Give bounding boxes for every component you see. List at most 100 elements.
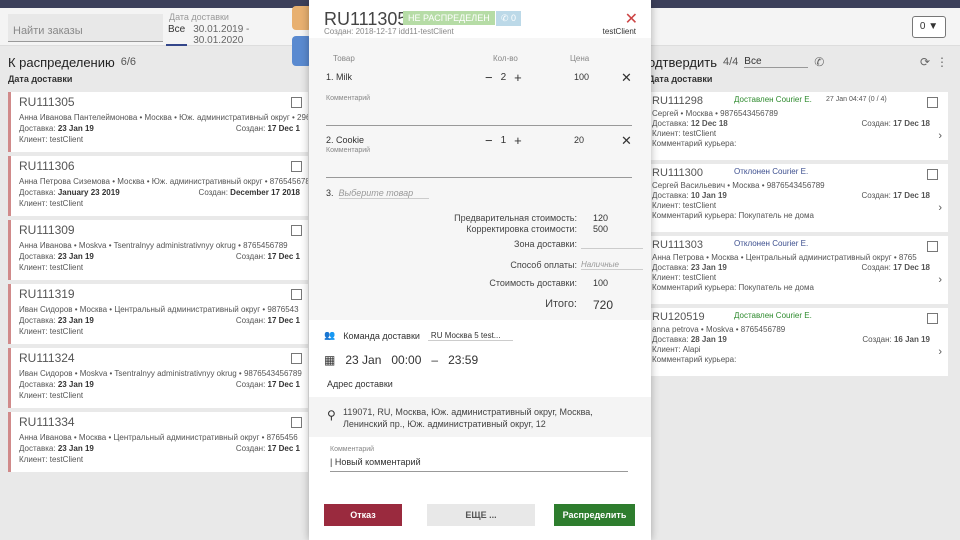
team-select[interactable]: RU Москва 5 test... bbox=[427, 331, 513, 341]
select-checkbox[interactable] bbox=[291, 225, 302, 236]
close-icon[interactable]: ✕ bbox=[625, 9, 638, 29]
calendar-icon[interactable]: ▦ bbox=[324, 353, 335, 367]
select-number: 3. bbox=[326, 188, 334, 198]
select-checkbox[interactable] bbox=[927, 241, 938, 252]
customer-line: Анна Иванова • Москва • Центральный адми… bbox=[19, 433, 298, 442]
sort-by-date[interactable]: Дата доставки bbox=[648, 74, 948, 88]
filter-icon: ▼ bbox=[928, 21, 939, 32]
time-from[interactable]: 00:00 bbox=[391, 353, 421, 367]
refresh-icon[interactable]: ⟳ bbox=[920, 55, 930, 69]
courier-comment: Комментарий курьера: bbox=[652, 139, 737, 148]
select-checkbox[interactable] bbox=[291, 289, 302, 300]
more-icon[interactable]: ⋮ bbox=[936, 55, 948, 69]
select-checkbox[interactable] bbox=[927, 313, 938, 324]
search-input[interactable]: Найти заказы bbox=[8, 14, 163, 42]
product-header: Товар bbox=[333, 54, 355, 63]
courier-comment: Комментарий курьера: bbox=[652, 355, 737, 364]
plus-icon[interactable]: + bbox=[514, 70, 522, 85]
delivery-info: Доставка: January 23 2019 bbox=[19, 188, 120, 197]
delivery-info: Доставка: 23 Jan 19 bbox=[19, 380, 94, 389]
delivery-info: Доставка: 12 Dec 18 bbox=[652, 119, 728, 128]
order-card[interactable]: RU111324 Иван Сидоров • Moskva • Tsentra… bbox=[8, 348, 308, 408]
order-card[interactable]: RU111319 Иван Сидоров • Москва • Централ… bbox=[8, 284, 308, 344]
time-to[interactable]: 23:59 bbox=[448, 353, 478, 367]
created-info: Создан: 17 Dec 18 bbox=[861, 119, 930, 128]
chevron-right-icon[interactable]: › bbox=[938, 346, 942, 358]
address-box[interactable]: ⚲ 119071, RU, Москва, Юж. административн… bbox=[309, 397, 651, 437]
select-checkbox[interactable] bbox=[291, 353, 302, 364]
comment-field[interactable]: | Новый комментарий bbox=[330, 457, 628, 472]
address-text: 119071, RU, Москва, Юж. административный… bbox=[343, 407, 593, 429]
qty-header: Кол-во bbox=[493, 54, 518, 63]
phone-badge: ✆ 0 bbox=[496, 11, 522, 26]
remove-item-icon[interactable]: ✕ bbox=[621, 133, 632, 149]
order-items-section: Товар Кол-во Цена 1. Milk − 2 + 100 ✕ Ко… bbox=[309, 38, 651, 320]
created-info: Создан: December 17 2018 bbox=[198, 188, 300, 197]
order-number: RU111306 bbox=[19, 159, 75, 173]
customer-line: Анна Иванова • Moskva • Tsentralnyy admi… bbox=[19, 241, 288, 250]
client-info: Клиент: Alapi bbox=[652, 345, 701, 354]
client-info: Клиент: testClient bbox=[19, 263, 84, 272]
select-checkbox[interactable] bbox=[291, 417, 302, 428]
created-info: Создан: 17 Dec 1 bbox=[235, 252, 300, 261]
client-info: Клиент: testClient bbox=[19, 391, 84, 400]
date-all-tab[interactable]: Все bbox=[166, 24, 188, 46]
select-checkbox[interactable] bbox=[927, 169, 938, 180]
courier-status: Отклонен Courier E. bbox=[734, 239, 809, 248]
minus-icon[interactable]: − bbox=[485, 70, 493, 85]
confirm-card[interactable]: RU111298 Доставлен Courier E. 27 Jan 04:… bbox=[648, 92, 948, 160]
item-price: 20 bbox=[574, 135, 585, 145]
add-product-select[interactable]: 3. Выберите товар bbox=[326, 188, 429, 199]
phone-icon[interactable]: ✆ bbox=[814, 55, 824, 69]
confirm-card[interactable]: RU111300 Отклонен Courier E. Сергей Васи… bbox=[648, 164, 948, 232]
created-info: Создан: 17 Dec 1 bbox=[235, 124, 300, 133]
delivery-date[interactable]: 23 Jan bbox=[345, 353, 381, 367]
zone-select[interactable] bbox=[581, 239, 643, 249]
order-card[interactable]: RU111334 Анна Иванова • Москва • Централ… bbox=[8, 412, 308, 472]
item-comment-label: Комментарий bbox=[326, 95, 371, 102]
created-info: Создан: 17 Dec 1 bbox=[235, 444, 300, 453]
plus-icon[interactable]: + bbox=[514, 133, 522, 148]
select-checkbox[interactable] bbox=[927, 97, 938, 108]
select-checkbox[interactable] bbox=[291, 161, 302, 172]
chevron-right-icon[interactable]: › bbox=[938, 130, 942, 142]
item-comment-field[interactable] bbox=[326, 104, 632, 126]
chevron-right-icon[interactable]: › bbox=[938, 202, 942, 214]
date-range[interactable]: 30.01.2019 - 30.01.2020 bbox=[193, 24, 296, 46]
confirm-card[interactable]: RU111303 Отклонен Courier E. Анна Петров… bbox=[648, 236, 948, 304]
quantity-value: 1 bbox=[500, 135, 507, 146]
delivery-date-filter[interactable]: Дата доставки Все 30.01.2019 - 30.01.202… bbox=[166, 12, 296, 46]
quantity-stepper[interactable]: − 1 + bbox=[485, 133, 522, 148]
client-info: Клиент: testClient bbox=[19, 135, 84, 144]
customer-line: Анна Иванова Пантелеймонова • Москва • Ю… bbox=[19, 113, 308, 122]
order-number: RU111334 bbox=[19, 415, 75, 429]
column-title: К распределению bbox=[8, 54, 115, 70]
product-select[interactable]: Выберите товар bbox=[338, 188, 429, 199]
order-card[interactable]: RU111309 Анна Иванова • Moskva • Tsentra… bbox=[8, 220, 308, 280]
client-info: Клиент: testClient bbox=[652, 273, 717, 282]
remove-item-icon[interactable]: ✕ bbox=[621, 70, 632, 86]
order-card[interactable]: RU111306 Анна Петрова Сиземова • Москва … bbox=[8, 156, 308, 216]
created-info: Создан: 16 Jan 19 bbox=[862, 335, 930, 344]
more-button[interactable]: ЕЩЕ ... bbox=[427, 504, 535, 526]
delivery-info: Доставка: 28 Jan 19 bbox=[652, 335, 727, 344]
team-icon: 👥 bbox=[324, 330, 336, 340]
quantity-stepper[interactable]: − 2 + bbox=[485, 70, 522, 85]
status-filter-select[interactable]: Все bbox=[744, 56, 809, 68]
order-client: testClient bbox=[602, 27, 636, 36]
reject-button[interactable]: Отказ bbox=[324, 504, 402, 526]
minus-icon[interactable]: − bbox=[485, 133, 493, 148]
order-card[interactable]: RU111305 Анна Иванова Пантелеймонова • М… bbox=[8, 92, 308, 152]
order-created: Создан: 2018-12-17 idd11-testClient bbox=[324, 27, 454, 36]
customer-line: Сергей Васильевич • Москва • 98765434567… bbox=[652, 181, 825, 190]
sort-by-date[interactable]: Дата доставки bbox=[8, 74, 308, 88]
filter-button[interactable]: 0 ▼ bbox=[912, 16, 946, 38]
select-checkbox[interactable] bbox=[291, 97, 302, 108]
courier-status: Доставлен Courier E. bbox=[734, 95, 812, 104]
chevron-right-icon[interactable]: › bbox=[938, 274, 942, 286]
confirm-card[interactable]: RU120519 Доставлен Courier E. anna petro… bbox=[648, 308, 948, 376]
order-modal: RU111305 НЕ РАСПРЕДЕЛЕН ✆ 0 Создан: 2018… bbox=[309, 0, 651, 540]
item-comment-field[interactable] bbox=[326, 156, 632, 178]
assign-button[interactable]: Распределить bbox=[554, 504, 635, 526]
payment-select[interactable]: Наличные bbox=[581, 260, 643, 270]
